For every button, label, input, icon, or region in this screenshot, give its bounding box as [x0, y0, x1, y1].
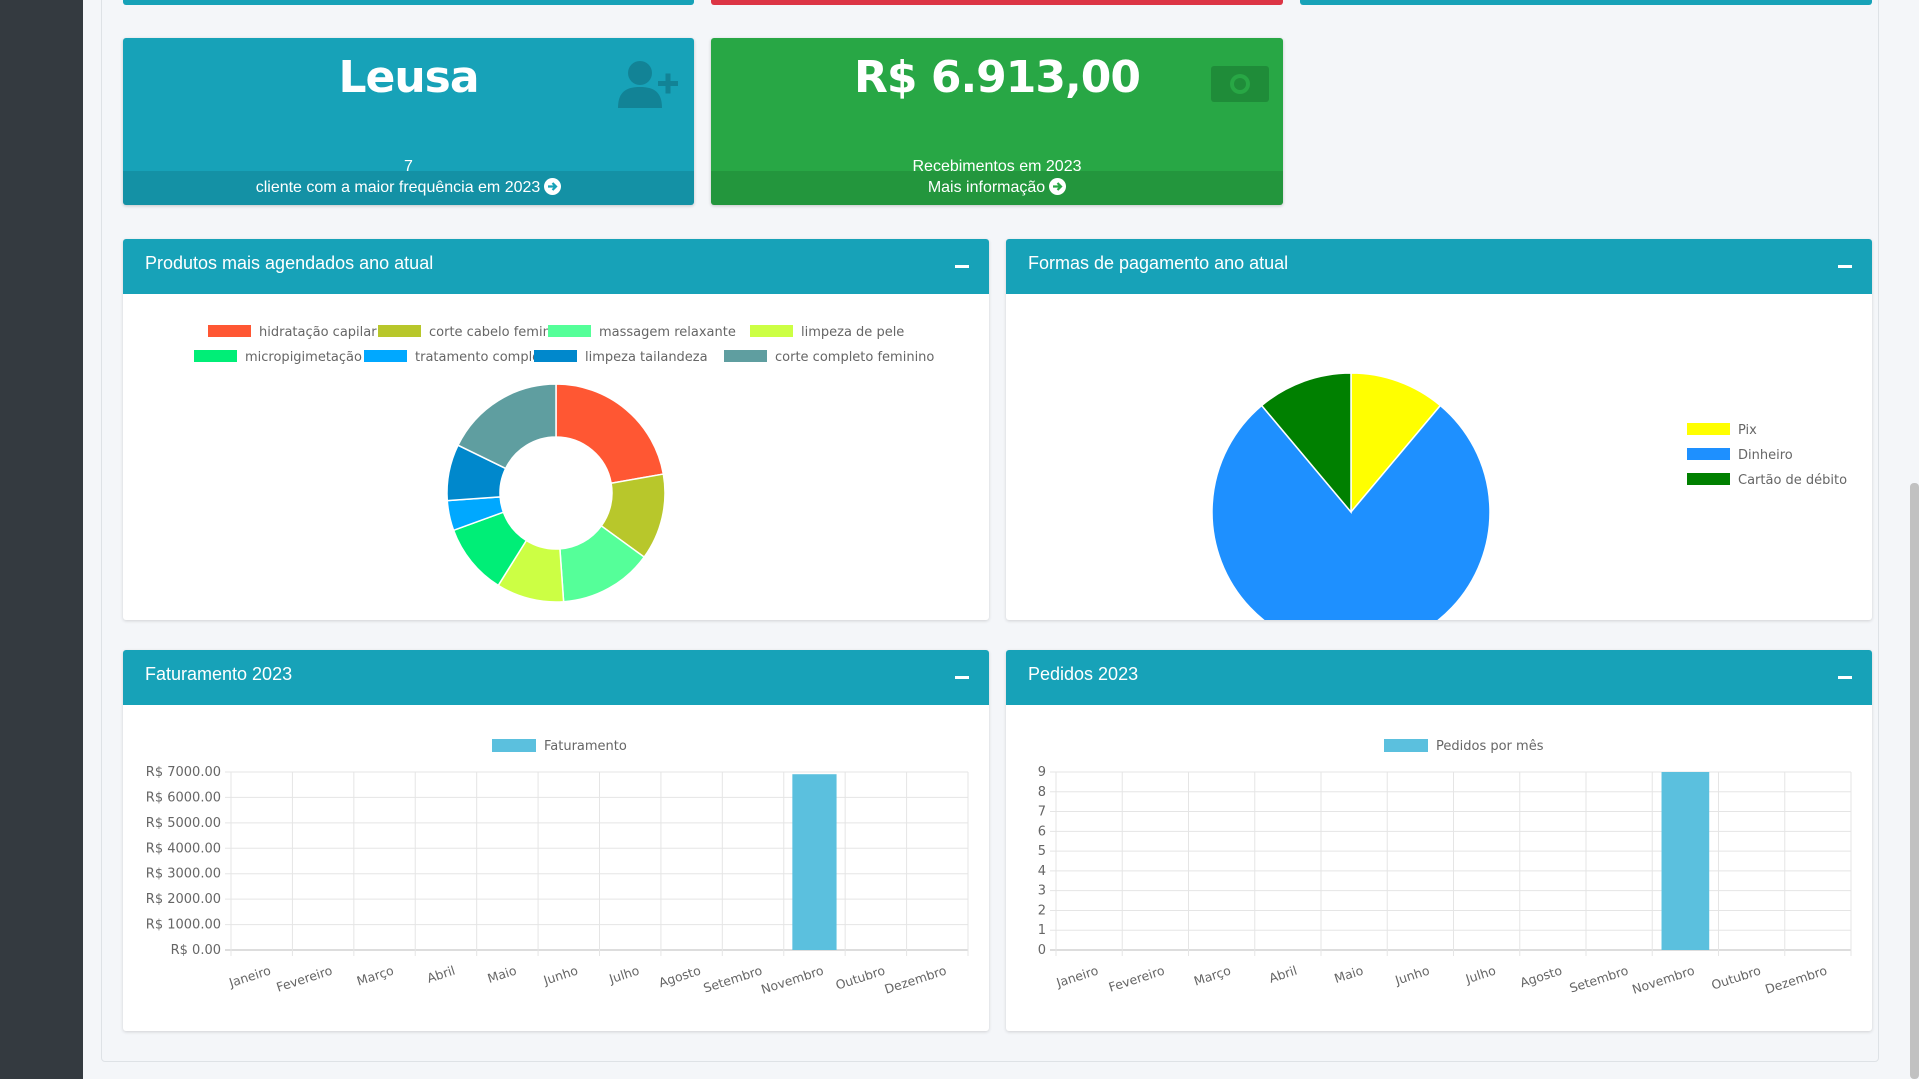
- y-tick-label: 2: [1038, 903, 1046, 918]
- x-tick-label: Outubro: [834, 963, 887, 993]
- top-client-card: Leusa 7 cliente com a maior frequência e…: [123, 38, 694, 205]
- minus-icon[interactable]: [955, 676, 969, 679]
- x-tick-label: Julho: [1463, 963, 1498, 987]
- y-tick-label: 8: [1038, 785, 1046, 800]
- x-tick-label: Agosto: [1518, 963, 1564, 991]
- sidebar: [0, 0, 83, 1079]
- products-panel-title: Produtos mais agendados ano atual: [145, 253, 434, 273]
- x-tick-label: Setembro: [701, 963, 764, 996]
- x-tick-label: Agosto: [657, 963, 703, 991]
- y-tick-label: 3: [1038, 884, 1046, 899]
- legend-label: Faturamento: [544, 739, 627, 754]
- x-tick-label: Fevereiro: [274, 963, 334, 995]
- y-tick-label: R$ 1000.00: [146, 918, 221, 933]
- minus-icon[interactable]: [1838, 676, 1852, 679]
- x-tick-label: Dezembro: [883, 963, 949, 997]
- receipts-value: R$ 6.913,00: [854, 52, 1141, 103]
- x-tick-label: Março: [1192, 963, 1233, 989]
- orders-panel-header: Pedidos 2023: [1006, 650, 1872, 705]
- minus-icon[interactable]: [1838, 265, 1852, 268]
- y-tick-label: R$ 0.00: [171, 943, 221, 958]
- pie-slice: [555, 383, 665, 485]
- y-tick-label: 1: [1038, 923, 1046, 938]
- top-client-footer-link[interactable]: cliente com a maior frequência em 2023: [123, 171, 694, 205]
- receipts-footer-link[interactable]: Mais informação: [711, 171, 1283, 205]
- revenue-panel: Faturamento 2023 Faturamento R$ 0.00 R$ 10…: [123, 650, 989, 1031]
- minus-icon[interactable]: [955, 265, 969, 268]
- x-tick-label: Novembro: [1630, 963, 1696, 997]
- receipts-footer-label: Mais informação: [927, 179, 1046, 196]
- x-tick-label: Novembro: [759, 963, 825, 997]
- main-content: Leusa 7 cliente com a maior frequência e…: [83, 0, 1919, 1079]
- arrow-circle-right-icon: [544, 178, 562, 195]
- payments-panel: Formas de pagamento ano atual Pix Dinheir…: [1006, 239, 1872, 620]
- scrollbar[interactable]: [1910, 483, 1919, 1079]
- y-tick-label: R$ 3000.00: [146, 867, 221, 882]
- money-bill-icon: [1211, 64, 1269, 109]
- y-tick-label: 6: [1038, 824, 1046, 839]
- arrow-circle-right-icon: [1049, 178, 1067, 195]
- top-strip-2: [711, 0, 1283, 5]
- x-tick-label: Outubro: [1709, 963, 1762, 993]
- y-tick-label: R$ 6000.00: [146, 790, 221, 805]
- orders-bar-chart: Pedidos por mês 0 1 2 3 4 5 6 7 8 9 Janeiro Fevereir…: [1038, 739, 1852, 997]
- x-tick-label: Abril: [425, 963, 457, 986]
- y-tick-label: R$ 4000.00: [146, 841, 221, 856]
- receipts-card: R$ 6.913,00 Recebimentos em 2023 Mais in…: [711, 38, 1283, 205]
- payments-panel-header: Formas de pagamento ano atual: [1006, 239, 1872, 294]
- x-tick-label: Março: [355, 963, 396, 989]
- y-tick-label: R$ 5000.00: [146, 816, 221, 831]
- legend-swatch: [1384, 739, 1428, 752]
- top-strip-1: [123, 0, 694, 5]
- y-tick-label: R$ 2000.00: [146, 892, 221, 907]
- y-tick-label: 4: [1038, 864, 1046, 879]
- x-tick-label: Setembro: [1568, 963, 1631, 996]
- x-tick-label: Maio: [1332, 963, 1365, 986]
- revenue-panel-title: Faturamento 2023: [145, 664, 293, 684]
- bar[interactable]: [1661, 772, 1710, 950]
- products-doughnut-chart: [446, 383, 666, 603]
- y-tick-label: 0: [1038, 943, 1046, 958]
- payments-panel-title: Formas de pagamento ano atual: [1028, 253, 1289, 273]
- x-tick-label: Maio: [486, 963, 519, 986]
- orders-panel: Pedidos 2023 Pedidos por mês 0 1 2 3 4 5 6 7 8 9 Ja…: [1006, 650, 1872, 1031]
- top-client-footer-label: cliente com a maior frequência em 2023: [255, 179, 541, 196]
- x-tick-label: Janeiro: [226, 963, 272, 991]
- y-tick-label: R$ 7000.00: [146, 765, 221, 780]
- bar[interactable]: [792, 774, 837, 950]
- products-panel: Produtos mais agendados ano atual hidrat…: [123, 239, 989, 620]
- top-strip-3: [1300, 0, 1872, 5]
- orders-panel-title: Pedidos 2023: [1028, 664, 1139, 684]
- x-tick-label: Fevereiro: [1107, 963, 1167, 995]
- user-plus-icon: [618, 60, 680, 115]
- payments-pie-chart: [1211, 372, 1491, 620]
- x-tick-label: Junho: [1392, 963, 1431, 988]
- revenue-bar-chart: Faturamento R$ 0.00 R$ 1000.00 R$ 2000.00 R$…: [146, 739, 969, 997]
- y-tick-label: 5: [1038, 844, 1046, 859]
- legend-label: Pedidos por mês: [1436, 739, 1544, 754]
- products-panel-header: Produtos mais agendados ano atual: [123, 239, 989, 294]
- y-tick-label: 7: [1038, 805, 1046, 820]
- top-client-name: Leusa: [338, 52, 479, 103]
- x-tick-label: Julho: [606, 963, 641, 987]
- y-tick-label: 9: [1038, 765, 1046, 780]
- x-tick-label: Abril: [1267, 963, 1299, 986]
- x-tick-label: Junho: [541, 963, 580, 988]
- legend-swatch: [492, 739, 536, 752]
- x-tick-label: Janeiro: [1054, 963, 1100, 991]
- x-tick-label: Dezembro: [1763, 963, 1829, 997]
- revenue-panel-header: Faturamento 2023: [123, 650, 989, 705]
